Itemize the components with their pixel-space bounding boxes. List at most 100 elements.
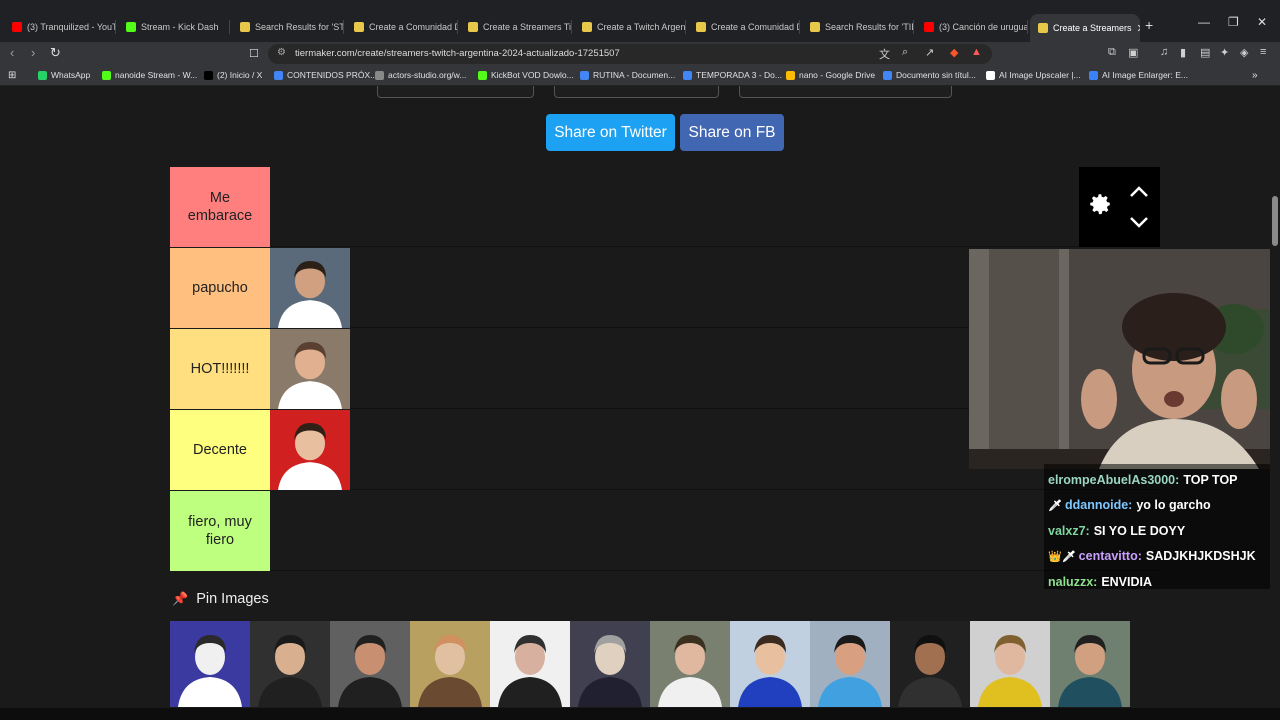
tier-items[interactable] <box>270 329 350 409</box>
bookmark-item[interactable]: AI Image Upscaler |... <box>986 70 1081 80</box>
bookmark-item[interactable]: TEMPORADA 3 - Do... <box>683 70 782 80</box>
more-bookmarks-icon[interactable]: » <box>1252 70 1258 81</box>
pool-image[interactable] <box>490 621 570 707</box>
bookmark-favicon <box>204 70 213 80</box>
bookmark-item[interactable]: nanoide Stream - W... <box>102 70 197 80</box>
bookmark-item[interactable]: nano - Google Drive <box>786 70 875 80</box>
move-up-icon[interactable] <box>1129 185 1149 199</box>
bookmark-item[interactable]: Documento sin títul... <box>883 70 976 80</box>
extensions-icon[interactable]: ⧉ <box>1108 46 1116 59</box>
bookmark-item[interactable]: actors-studio.org/w... <box>375 70 466 80</box>
bookmark-item[interactable]: AI Image Enlarger: E... <box>1089 70 1188 80</box>
browser-tab[interactable]: Stream - Kick Dash <box>118 16 230 38</box>
pool-image[interactable] <box>730 621 810 707</box>
browser-tab[interactable]: Search Results for 'STR <box>232 16 344 38</box>
pool-image[interactable] <box>1050 621 1130 707</box>
new-tab-icon[interactable]: + <box>1145 17 1153 33</box>
pool-image[interactable] <box>810 621 890 707</box>
browser-tab[interactable]: Create a Twitch Argent <box>574 16 686 38</box>
streamer-photo <box>490 621 570 707</box>
bookmark-icon[interactable]: ☐ <box>249 47 259 60</box>
move-down-icon[interactable] <box>1129 215 1149 229</box>
tiermaker-icon <box>582 22 592 32</box>
bookmark-item[interactable]: RUTINA - Documen... <box>580 70 675 80</box>
tier-item-image[interactable] <box>270 248 350 328</box>
chat-username: valxz7: <box>1048 524 1090 538</box>
tier-item-image[interactable] <box>270 410 350 490</box>
pool-image[interactable] <box>970 621 1050 707</box>
browser-tab[interactable]: Create a Streamers ✕ <box>1030 14 1140 42</box>
forward-icon[interactable]: › <box>31 45 35 60</box>
chat-badge-icon: 👑🗡 <box>1048 551 1076 563</box>
gear-icon[interactable] <box>1087 191 1113 217</box>
bookmark-item[interactable]: KickBot VOD Dowlo... <box>478 70 574 80</box>
chat-username: centavitto: <box>1078 549 1142 563</box>
maximize-icon[interactable]: ❐ <box>1228 15 1239 29</box>
brave-rewards-icon[interactable]: ▲ <box>971 46 982 58</box>
translate-icon[interactable]: 文 <box>879 46 890 62</box>
tier-label[interactable]: Me embarace <box>170 167 270 247</box>
bookmark-favicon <box>580 70 589 80</box>
wallet-icon[interactable]: ▤ <box>1200 46 1210 59</box>
reload-icon[interactable]: ↻ <box>50 45 61 61</box>
share-fb-button[interactable]: Share on FB <box>680 114 784 151</box>
minimize-icon[interactable]: — <box>1198 15 1210 29</box>
bookmark-item[interactable]: (2) Inicio / X <box>204 70 262 80</box>
webcam-overlay <box>969 249 1280 469</box>
tier-label[interactable]: HOT!!!!!!! <box>170 329 270 409</box>
chat-username: elrompeAbuelAs3000: <box>1048 473 1180 487</box>
tab-separator <box>685 20 686 34</box>
close-window-icon[interactable]: ✕ <box>1257 15 1267 29</box>
pool-image[interactable] <box>410 621 490 707</box>
page-scrollbar[interactable] <box>1270 86 1280 720</box>
zoom-icon[interactable]: ⌕ <box>902 46 908 59</box>
chat-text: ENVIDIA <box>1101 575 1153 589</box>
chat-message: valxz7: SI YO LE DOYY <box>1048 519 1276 544</box>
chat-username: ddannoide: <box>1064 498 1133 512</box>
pool-image[interactable] <box>890 621 970 707</box>
share-twitter-button[interactable]: Share on Twitter <box>546 114 675 151</box>
cropped-control[interactable] <box>739 86 952 98</box>
site-info-icon[interactable]: ⚙ <box>277 47 286 58</box>
media-icon[interactable]: ♫ <box>1160 46 1168 58</box>
apps-icon[interactable]: ⊞ <box>8 70 16 81</box>
tier-label[interactable]: Decente <box>170 410 270 490</box>
back-icon[interactable]: ‹ <box>10 45 14 60</box>
url-text: tiermaker.com/create/streamers-twitch-ar… <box>295 48 620 59</box>
bookmark-favicon <box>375 70 384 80</box>
pool-image[interactable] <box>250 621 330 707</box>
bookmark-favicon <box>102 70 111 80</box>
cropped-control[interactable] <box>554 86 719 98</box>
browser-tab[interactable]: Create a Comunidad D <box>346 16 458 38</box>
bookmark-item[interactable]: CONTENIDOS PRÓX... <box>274 70 377 80</box>
share-icon[interactable]: ↗ <box>925 46 934 59</box>
scrollbar-thumb[interactable] <box>1272 196 1278 246</box>
tier-item-image[interactable] <box>270 329 350 409</box>
pool-image[interactable] <box>330 621 410 707</box>
streamer-photo <box>970 621 1050 707</box>
browser-tab[interactable]: (3) Canción de urugua <box>916 16 1028 38</box>
kick-icon <box>126 22 136 32</box>
browser-tab[interactable]: Create a Streamers Tie <box>460 16 572 38</box>
tier-items[interactable] <box>270 410 350 490</box>
bookmark-item[interactable]: WhatsApp <box>38 70 90 80</box>
pool-image[interactable] <box>570 621 650 707</box>
streamer-photo <box>810 621 890 707</box>
pool-image[interactable] <box>170 621 250 707</box>
menu-icon[interactable]: ≡ <box>1260 46 1266 58</box>
browser-tab[interactable]: Create a Comunidad D <box>688 16 800 38</box>
tier-label[interactable]: papucho <box>170 248 270 328</box>
close-tab-icon[interactable]: ✕ <box>1137 22 1140 35</box>
pool-image[interactable] <box>650 621 730 707</box>
screenshot-icon[interactable]: ▣ <box>1128 46 1138 59</box>
streamer-photo <box>730 621 810 707</box>
tier-items[interactable] <box>270 248 350 328</box>
brave-shield-icon[interactable]: ◆ <box>950 46 958 59</box>
leo-ai-icon[interactable]: ✦ <box>1220 46 1229 59</box>
sidebar-icon[interactable]: ▮ <box>1180 46 1186 59</box>
vpn-icon[interactable]: ◈ <box>1240 46 1248 59</box>
browser-tab[interactable]: Search Results for 'TIE <box>802 16 914 38</box>
cropped-control[interactable] <box>377 86 534 98</box>
browser-tab[interactable]: (3) Tranquilized - YouTu <box>4 16 116 38</box>
tier-label[interactable]: fiero, muy fiero <box>170 491 270 571</box>
